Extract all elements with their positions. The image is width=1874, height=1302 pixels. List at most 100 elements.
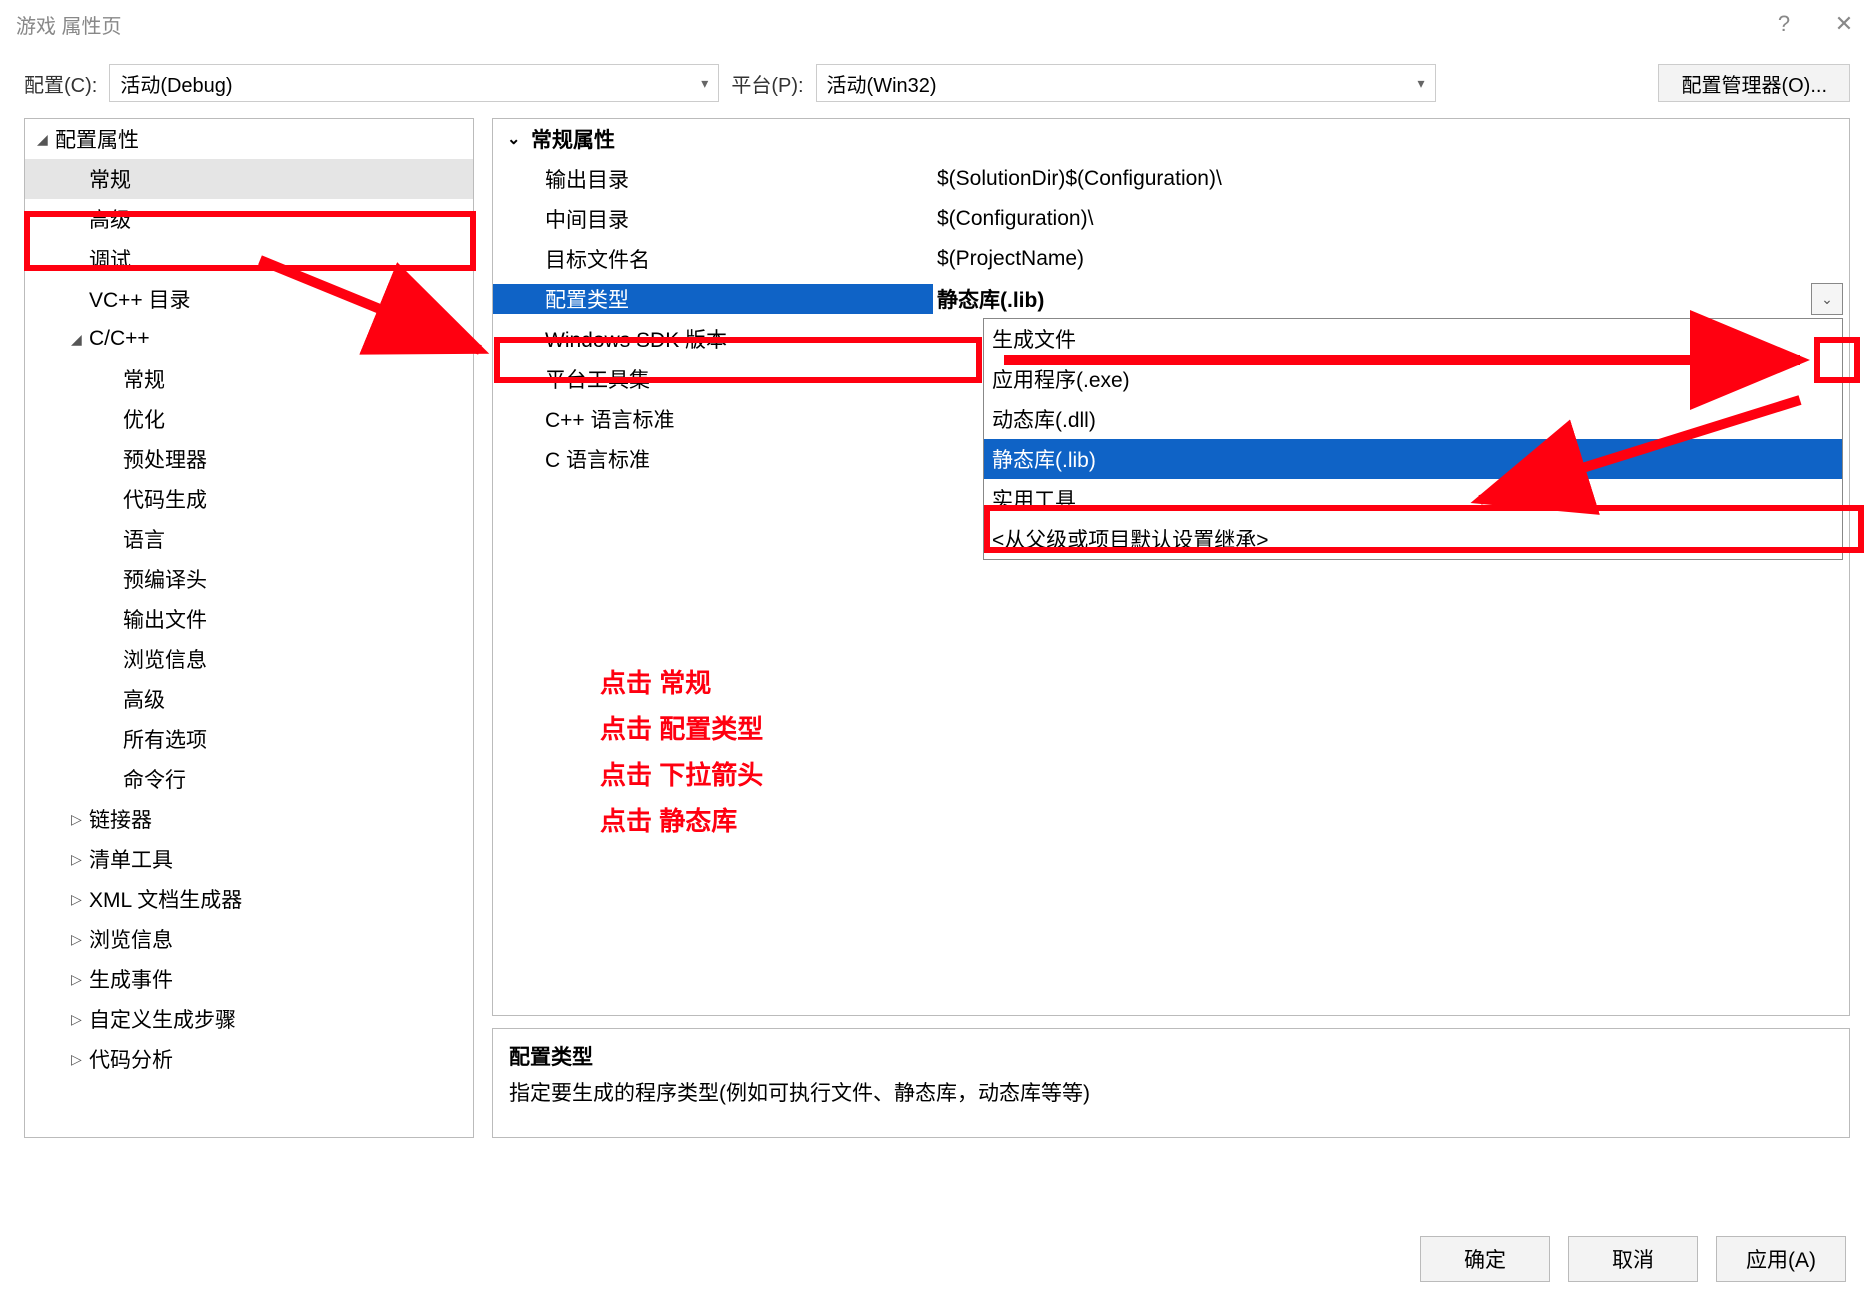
property-row[interactable]: 中间目录$(Configuration)\ xyxy=(493,199,1849,239)
apply-button[interactable]: 应用(A) xyxy=(1716,1236,1846,1282)
property-name: Windows SDK 版本 xyxy=(493,324,933,354)
tree-item-label: C/C++ xyxy=(89,327,150,351)
tree-expander-icon: ◢ xyxy=(71,331,89,348)
tree-item[interactable]: 常规 xyxy=(25,159,473,199)
help-button[interactable]: ? xyxy=(1754,0,1814,48)
platform-value: 活动(Win32) xyxy=(827,69,937,98)
dialog-button-row: 确定 取消 应用(A) xyxy=(1420,1236,1846,1282)
tree-item-label: 生成事件 xyxy=(89,964,173,994)
chevron-down-icon: ▾ xyxy=(701,75,708,92)
tree-item-label: 高级 xyxy=(89,204,131,234)
tree-item-label: 配置属性 xyxy=(55,124,139,154)
tree-expander-icon: ▷ xyxy=(71,891,89,908)
property-name: C++ 语言标准 xyxy=(493,404,933,434)
tree-item[interactable]: ◢C/C++ xyxy=(25,319,473,359)
dropdown-item[interactable]: 实用工具 xyxy=(984,479,1842,519)
property-name: 平台工具集 xyxy=(493,364,933,394)
tree-item[interactable]: ▷链接器 xyxy=(25,799,473,839)
tree-item[interactable]: 语言 xyxy=(25,519,473,559)
tree-expander-icon: ◢ xyxy=(37,131,55,148)
tree-item-label: 代码分析 xyxy=(89,1044,173,1074)
description-panel: 配置类型 指定要生成的程序类型(例如可执行文件、静态库，动态库等等) xyxy=(492,1028,1850,1138)
property-group-title: 常规属性 xyxy=(531,124,615,154)
description-text: 指定要生成的程序类型(例如可执行文件、静态库，动态库等等) xyxy=(509,1077,1833,1107)
property-row[interactable]: 配置类型静态库(.lib) xyxy=(493,279,1849,319)
dropdown-item[interactable]: 应用程序(.exe) xyxy=(984,359,1842,399)
platform-label: 平台(P): xyxy=(731,69,803,98)
chevron-down-icon: ⌄ xyxy=(1821,291,1833,308)
tree-item-label: 命令行 xyxy=(123,764,186,794)
tree-item-label: 自定义生成步骤 xyxy=(89,1004,236,1034)
tree-item-label: 链接器 xyxy=(89,804,152,834)
chevron-down-icon: ▾ xyxy=(1418,75,1425,92)
tree-item[interactable]: ▷浏览信息 xyxy=(25,919,473,959)
tree-item[interactable]: 代码生成 xyxy=(25,479,473,519)
property-row[interactable]: 目标文件名$(ProjectName) xyxy=(493,239,1849,279)
tree-item[interactable]: ▷清单工具 xyxy=(25,839,473,879)
tree-expander-icon: ▷ xyxy=(71,1051,89,1068)
tree-item-label: 高级 xyxy=(123,684,165,714)
tree-item-label: 语言 xyxy=(123,524,165,554)
tree-item[interactable]: 预处理器 xyxy=(25,439,473,479)
tree-item[interactable]: 输出文件 xyxy=(25,599,473,639)
property-value: $(ProjectName) xyxy=(933,247,1849,271)
property-name: 配置类型 xyxy=(493,284,933,314)
dropdown-item[interactable]: <从父级或项目默认设置继承> xyxy=(984,519,1842,559)
tree-item-label: 浏览信息 xyxy=(89,924,173,954)
config-row: 配置(C): 活动(Debug) ▾ 平台(P): 活动(Win32) ▾ 配置… xyxy=(0,48,1874,118)
tree-expander-icon: ▷ xyxy=(71,1011,89,1028)
tree-item-label: 常规 xyxy=(123,364,165,394)
config-select[interactable]: 活动(Debug) ▾ xyxy=(109,64,719,102)
tree-expander-icon: ▷ xyxy=(71,851,89,868)
tree-item-label: 输出文件 xyxy=(123,604,207,634)
tree-item[interactable]: 预编译头 xyxy=(25,559,473,599)
tree-item-label: XML 文档生成器 xyxy=(89,884,242,914)
dropdown-item[interactable]: 动态库(.dll) xyxy=(984,399,1842,439)
dropdown-item[interactable]: 静态库(.lib) xyxy=(984,439,1842,479)
tree-item[interactable]: ▷生成事件 xyxy=(25,959,473,999)
property-value: 静态库(.lib) xyxy=(933,284,1849,314)
tree-expander-icon: ▷ xyxy=(71,931,89,948)
property-name: 目标文件名 xyxy=(493,244,933,274)
cancel-button[interactable]: 取消 xyxy=(1568,1236,1698,1282)
tree-item[interactable]: 优化 xyxy=(25,399,473,439)
tree-item-label: VC++ 目录 xyxy=(89,284,191,314)
platform-select[interactable]: 活动(Win32) ▾ xyxy=(816,64,1436,102)
dropdown-item[interactable]: 生成文件 xyxy=(984,319,1842,359)
tree-item-label: 浏览信息 xyxy=(123,644,207,674)
property-name: 输出目录 xyxy=(493,164,933,194)
tree-item[interactable]: 高级 xyxy=(25,199,473,239)
tree-item[interactable]: 高级 xyxy=(25,679,473,719)
property-name: 中间目录 xyxy=(493,204,933,234)
tree-item-label: 所有选项 xyxy=(123,724,207,754)
config-manager-button[interactable]: 配置管理器(O)... xyxy=(1658,64,1850,102)
property-panel: ⌄ 常规属性 输出目录$(SolutionDir)$(Configuration… xyxy=(492,118,1850,1138)
tree-item-label: 优化 xyxy=(123,404,165,434)
tree-item-label: 预处理器 xyxy=(123,444,207,474)
tree-item[interactable]: 常规 xyxy=(25,359,473,399)
ok-button[interactable]: 确定 xyxy=(1420,1236,1550,1282)
tree-item[interactable]: 浏览信息 xyxy=(25,639,473,679)
tree-expander-icon: ▷ xyxy=(71,971,89,988)
tree-item[interactable]: ▷XML 文档生成器 xyxy=(25,879,473,919)
config-type-dropdown-button[interactable]: ⌄ xyxy=(1811,283,1843,315)
property-row[interactable]: 输出目录$(SolutionDir)$(Configuration)\ xyxy=(493,159,1849,199)
property-grid: ⌄ 常规属性 输出目录$(SolutionDir)$(Configuration… xyxy=(492,118,1850,1016)
tree-item[interactable]: ▷代码分析 xyxy=(25,1039,473,1079)
config-label: 配置(C): xyxy=(24,69,97,98)
tree-item-label: 代码生成 xyxy=(123,484,207,514)
tree-item[interactable]: 命令行 xyxy=(25,759,473,799)
tree-item[interactable]: ▷自定义生成步骤 xyxy=(25,999,473,1039)
window-title: 游戏 属性页 xyxy=(16,10,122,39)
tree-item[interactable]: VC++ 目录 xyxy=(25,279,473,319)
tree-item[interactable]: ◢配置属性 xyxy=(25,119,473,159)
tree-item-label: 预编译头 xyxy=(123,564,207,594)
chevron-down-icon: ⌄ xyxy=(507,129,531,149)
config-value: 活动(Debug) xyxy=(120,69,232,98)
tree-item-label: 清单工具 xyxy=(89,844,173,874)
tree-item[interactable]: 调试 xyxy=(25,239,473,279)
tree-item[interactable]: 所有选项 xyxy=(25,719,473,759)
property-group-header[interactable]: ⌄ 常规属性 xyxy=(493,119,1849,159)
close-button[interactable]: ✕ xyxy=(1814,0,1874,48)
property-name: C 语言标准 xyxy=(493,444,933,474)
